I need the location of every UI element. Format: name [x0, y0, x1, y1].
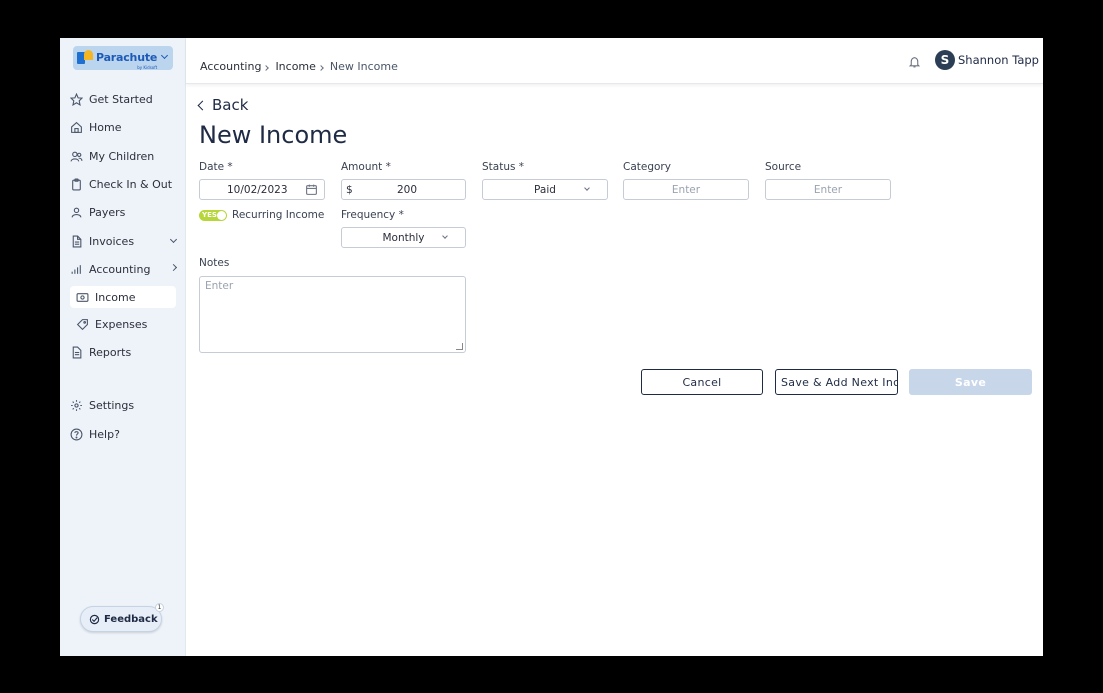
sidebar-item-payers[interactable]: Payers: [70, 201, 176, 223]
feedback-button[interactable]: Feedback: [80, 606, 162, 632]
back-label: Back: [212, 96, 249, 114]
sidebar-item-reports[interactable]: Reports: [70, 341, 176, 363]
sidebar-item-label: Home: [89, 120, 122, 134]
sidebar-item-income[interactable]: Income: [70, 286, 176, 308]
feedback-count-badge: 1: [155, 603, 164, 612]
sidebar-item-check-in-out[interactable]: Check In & Out: [70, 173, 176, 195]
chevron-left-icon: [197, 100, 208, 110]
breadcrumb: Accounting Income New Income: [200, 60, 398, 73]
cancel-button[interactable]: Cancel: [641, 369, 763, 395]
source-label: Source: [765, 161, 802, 173]
logo-subtext: by Kidsoft: [137, 65, 158, 70]
calendar-icon[interactable]: [305, 183, 318, 199]
chevron-down-icon: [442, 233, 448, 239]
org-switcher[interactable]: Parachute by Kidsoft: [73, 46, 173, 70]
logo-wordmark: Parachute by Kidsoft: [96, 46, 157, 70]
document-icon: [70, 235, 83, 248]
save-button[interactable]: Save: [909, 369, 1032, 395]
sidebar-item-settings[interactable]: Settings: [70, 394, 176, 416]
category-placeholder: Enter: [671, 183, 701, 196]
status-value: Paid: [534, 183, 556, 196]
avatar[interactable]: S: [935, 50, 955, 70]
currency-prefix: $: [346, 183, 353, 196]
sidebar-item-label: Check In & Out: [89, 177, 173, 191]
page-title: New Income: [199, 121, 348, 149]
category-input[interactable]: Enter: [623, 179, 749, 200]
resize-handle-icon[interactable]: [456, 343, 463, 350]
sidebar-item-invoices[interactable]: Invoices: [70, 230, 178, 252]
recurring-label: Recurring Income: [232, 209, 325, 221]
frequency-label: Frequency *: [341, 209, 404, 221]
sidebar-item-label: Income: [95, 290, 136, 304]
notes-textarea[interactable]: Enter: [199, 276, 466, 353]
user-icon: [70, 206, 83, 219]
sidebar-item-label: Expenses: [95, 317, 148, 331]
help-icon: [70, 428, 83, 441]
sidebar-item-help[interactable]: Help?: [70, 423, 176, 445]
clipboard-icon: [70, 178, 83, 191]
sidebar-item-expenses[interactable]: Expenses: [70, 313, 176, 335]
sidebar: Parachute by Kidsoft Get Started Home My…: [60, 38, 186, 656]
sidebar-item-label: Settings: [89, 398, 135, 412]
bell-icon[interactable]: [908, 54, 921, 68]
sidebar-item-my-children[interactable]: My Children: [70, 145, 176, 167]
sidebar-item-accounting[interactable]: Accounting: [70, 258, 178, 280]
sidebar-item-label: My Children: [89, 149, 155, 163]
sidebar-item-get-started[interactable]: Get Started: [70, 88, 176, 110]
sidebar-item-label: Payers: [89, 205, 126, 219]
chevron-right-icon: [263, 65, 270, 71]
save-add-next-button[interactable]: Save & Add Next Income: [775, 369, 898, 395]
source-placeholder: Enter: [813, 183, 843, 196]
app-window: Parachute by Kidsoft Get Started Home My…: [60, 38, 1043, 656]
amount-label: Amount *: [341, 161, 391, 173]
chevron-right-icon: [169, 263, 178, 272]
frequency-select[interactable]: Monthly: [341, 227, 466, 248]
star-icon: [70, 92, 83, 106]
cash-icon: [76, 291, 89, 304]
amount-input[interactable]: $ 200: [341, 179, 466, 200]
feedback-label: Feedback: [104, 613, 158, 625]
chevron-down-icon: [160, 51, 169, 60]
breadcrumb-accounting[interactable]: Accounting: [200, 60, 261, 73]
breadcrumb-current: New Income: [329, 60, 398, 73]
breadcrumb-income[interactable]: Income: [275, 60, 315, 73]
notes-placeholder: Enter: [205, 280, 234, 292]
bar-chart-icon: [70, 263, 83, 276]
chevron-down-icon: [584, 185, 590, 191]
sidebar-item-label: Reports: [89, 345, 132, 359]
chevron-right-icon: [318, 65, 324, 71]
frequency-value: Monthly: [382, 231, 425, 244]
sidebar-item-label: Help?: [89, 427, 120, 441]
tag-icon: [76, 318, 89, 331]
date-label: Date *: [199, 161, 233, 173]
top-header: Accounting Income New Income S Shannon T…: [186, 38, 1043, 84]
amount-value: 200: [396, 183, 417, 196]
status-select[interactable]: Paid: [482, 179, 608, 200]
home-icon: [70, 121, 83, 134]
sidebar-item-label: Accounting: [89, 262, 151, 276]
sidebar-item-label: Get Started: [89, 92, 153, 106]
chevron-down-icon: [169, 235, 178, 244]
recurring-toggle[interactable]: YES: [199, 210, 227, 221]
sidebar-item-label: Invoices: [89, 234, 135, 248]
logo-text: Parachute: [96, 51, 158, 64]
parachute-logo-icon: [77, 50, 93, 66]
source-input[interactable]: Enter: [765, 179, 891, 200]
report-icon: [70, 346, 83, 359]
category-label: Category: [623, 161, 671, 173]
date-input[interactable]: 10/02/2023: [199, 179, 325, 200]
back-link[interactable]: Back: [197, 96, 249, 114]
gear-icon: [70, 399, 83, 412]
sidebar-item-home[interactable]: Home: [70, 116, 176, 138]
check-badge-icon: [89, 614, 100, 625]
status-label: Status *: [482, 161, 525, 173]
users-icon: [70, 150, 83, 163]
user-name[interactable]: Shannon Tapp: [958, 53, 1039, 67]
date-value: 10/02/2023: [227, 183, 288, 196]
notes-label: Notes: [199, 257, 230, 269]
